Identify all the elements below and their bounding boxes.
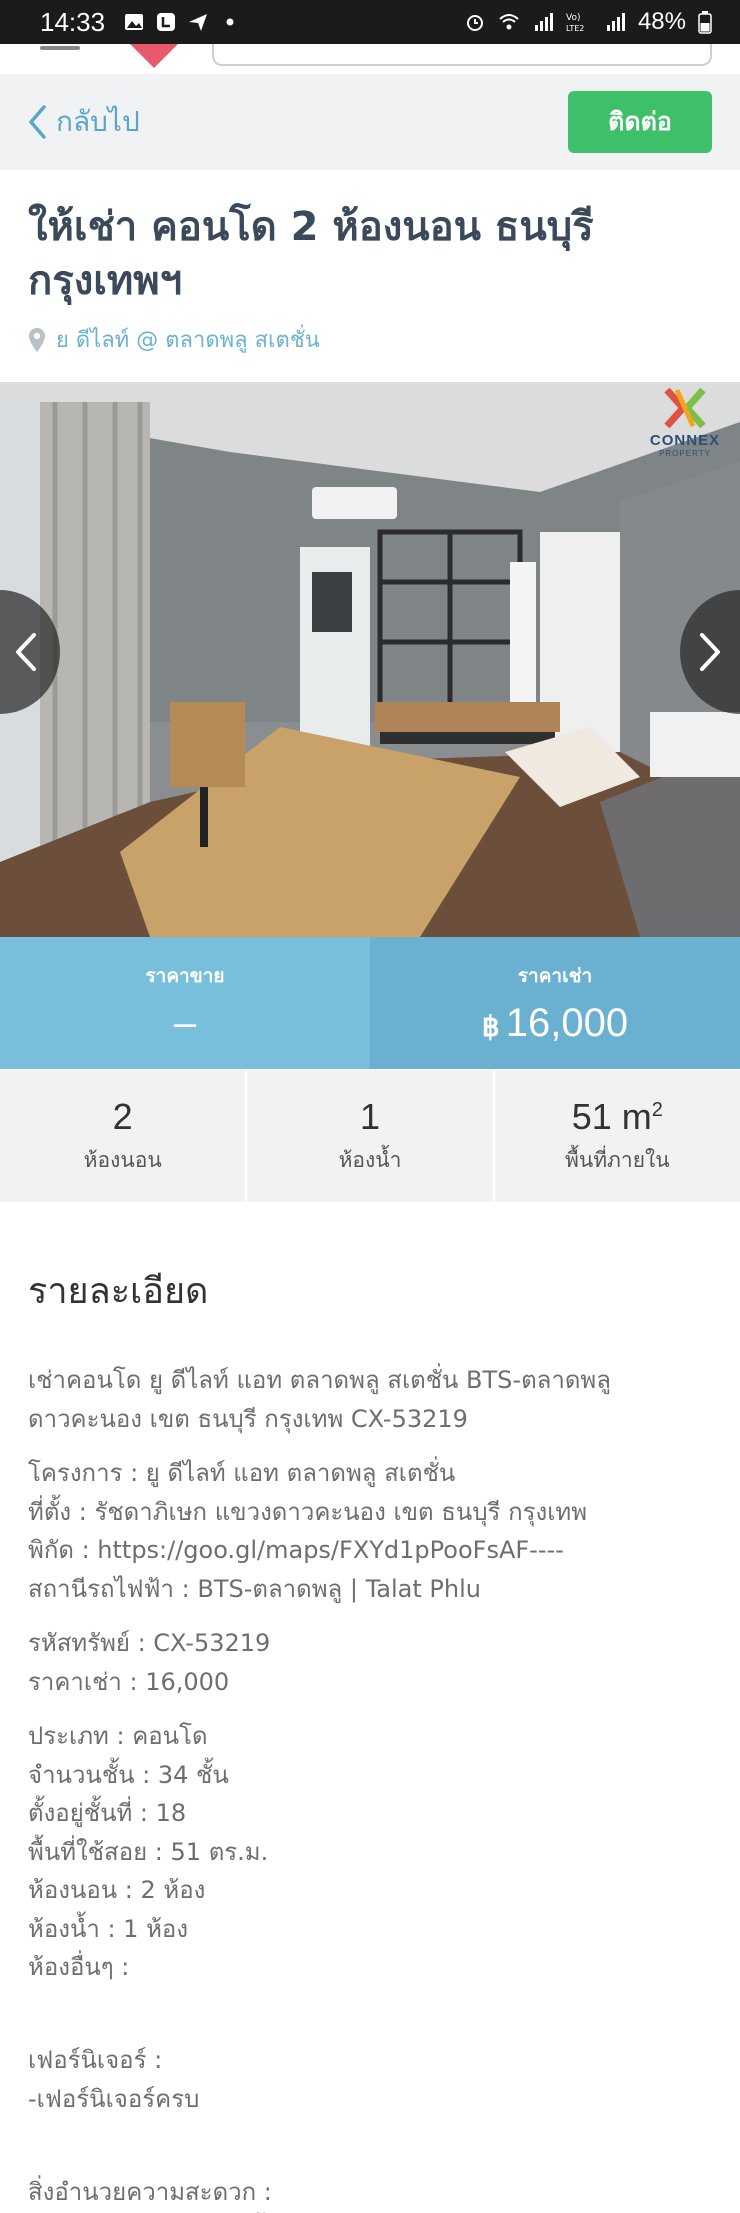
- contact-button[interactable]: ติดต่อ: [568, 91, 712, 153]
- details-line: พื้นที่ใช้สอย : 51 ตร.ม.: [28, 1837, 269, 1866]
- listing-location[interactable]: ย ดีไลท์ @ ตลาดพลู สเตชั่น: [28, 322, 708, 357]
- rent-price-cell: ราคาเช่า ฿ 16,000: [370, 937, 740, 1069]
- details-line: โครงการ : ยู ดีไลท์ แอท ตลาดพลู สเตชั่น: [28, 1459, 456, 1487]
- svg-text:LTE2: LTE2: [566, 24, 584, 33]
- details-paragraph: สิ่งอำนวยความสะดวก :- แอร์ ตู้เย็น เครื่…: [28, 2134, 718, 2213]
- details-line: จำนวนชั้น : 34 ชั้น: [28, 1760, 229, 1789]
- svg-text:Vo): Vo): [566, 13, 580, 23]
- dot-icon: [226, 18, 234, 26]
- bedrooms-count: 2: [112, 1095, 133, 1137]
- details-line: ดาวคะนอง เขต ธนบุรี กรุงเทพ CX-53219: [28, 1404, 468, 1433]
- search-input[interactable]: [212, 44, 712, 66]
- details-line: ที่ตั้ง : รัชดาภิเษก แขวงดาวคะนอง เขต ธน…: [28, 1497, 588, 1526]
- site-logo[interactable]: [130, 44, 178, 68]
- details-line: ราคาเช่า : 16,000: [28, 1667, 230, 1696]
- details-line: สิ่งอำนวยความสะดวก :: [28, 2177, 272, 2206]
- area-number: 51: [571, 1095, 612, 1137]
- watermark-text: CONNEX: [649, 432, 721, 449]
- chevron-right-icon: [700, 633, 720, 671]
- alarm-icon: [466, 15, 483, 31]
- top-header-partial: [0, 44, 740, 74]
- back-label: กลับไป: [56, 105, 140, 138]
- area-exponent: 2: [651, 1098, 663, 1121]
- photo-gallery[interactable]: CONNEX PROPERTY: [0, 382, 740, 937]
- sale-price-cell: ราคาขาย –: [0, 937, 370, 1069]
- details-line: [28, 2134, 718, 2173]
- area-label: พื้นที่ภายใน: [565, 1147, 670, 1172]
- listing-title: ให้เช่า คอนโด 2 ห้องนอน ธนบุรี กรุงเทพฯ: [28, 204, 594, 304]
- stat-bathrooms: 1 ห้องน้ำ: [247, 1070, 495, 1202]
- details-paragraph: เฟอร์นิเจอร์ : -เฟอร์นิเจอร์ครบ: [28, 2003, 718, 2119]
- baht-currency-icon: ฿: [481, 1010, 500, 1042]
- rent-price-label: ราคาเช่า: [517, 964, 593, 987]
- volte-icon: Vo)LTE2: [566, 13, 584, 33]
- details-section: รายละเอียด เช่าคอนโด ยู ดีไลท์ แอท ตลาดพ…: [28, 1262, 718, 2213]
- listing-header: ให้เช่า คอนโด 2 ห้องนอน ธนบุรี กรุงเทพฯ …: [28, 200, 708, 357]
- stat-bedrooms: 2 ห้องนอน: [0, 1070, 248, 1202]
- details-line: เช่าคอนโด ยู ดีไลท์ แอท ตลาดพลู สเตชั่น …: [28, 1366, 611, 1394]
- details-line: รหัสทรัพย์ : CX-53219: [28, 1629, 271, 1657]
- details-paragraph: โครงการ : ยู ดีไลท์ แอท ตลาดพลู สเตชั่นท…: [28, 1454, 718, 1608]
- watermark-subtext: PROPERTY: [659, 449, 711, 458]
- area-unit: m: [621, 1095, 652, 1137]
- price-band: ราคาขาย – ราคาเช่า ฿ 16,000: [0, 937, 740, 1069]
- menu-icon[interactable]: [40, 46, 80, 50]
- chevron-left-icon: [29, 105, 46, 139]
- stat-area: 51 m2 พื้นที่ภายใน: [495, 1070, 740, 1202]
- details-line: ห้องนอน : 2 ห้อง: [28, 1876, 206, 1904]
- status-right: Vo) LTE2 48%: [464, 8, 712, 36]
- signal-icon: [606, 13, 625, 31]
- details-heading: รายละเอียด: [28, 1271, 209, 1312]
- details-line: สถานีรถไฟฟ้า : BTS-ตลาดพลู | Talat Phlu: [28, 1574, 481, 1603]
- app-icon: [157, 13, 176, 31]
- details-line: เฟอร์นิเจอร์ :: [28, 2046, 163, 2074]
- battery-percent: 48%: [637, 8, 686, 35]
- send-icon: [189, 14, 208, 31]
- status-time: 14:33: [40, 6, 106, 37]
- property-stats: 2 ห้องนอน 1 ห้องน้ำ 51 m2 พื้นที่ภายใน: [0, 1070, 740, 1202]
- details-paragraph: รหัสทรัพย์ : CX-53219 ราคาเช่า : 16,000: [28, 1624, 718, 1701]
- connex-logo-icon: [664, 387, 706, 429]
- details-line: [28, 2003, 718, 2042]
- details-line: -เฟอร์นิเจอร์ครบ: [28, 2084, 200, 2113]
- back-button[interactable]: กลับไป: [28, 100, 140, 144]
- signal-icon: [534, 13, 553, 31]
- nav-bar: กลับไป ติดต่อ: [0, 74, 740, 170]
- details-paragraph: เช่าคอนโด ยู ดีไลท์ แอท ตลาดพลู สเตชั่น …: [28, 1361, 718, 1438]
- details-body: เช่าคอนโด ยู ดีไลท์ แอท ตลาดพลู สเตชั่น …: [28, 1361, 718, 2213]
- map-pin-icon: [29, 327, 45, 352]
- details-line: ตั้งอยู่ชั้นที่ : 18: [28, 1799, 187, 1827]
- connex-watermark: CONNEX PROPERTY: [640, 387, 730, 458]
- rent-price-value: 16,000: [505, 1000, 629, 1045]
- sale-price-value: –: [173, 1000, 197, 1045]
- gallery-icon: [125, 14, 144, 30]
- listing-photo: [0, 382, 740, 937]
- area-value: 51 m2: [572, 1096, 663, 1138]
- details-line: ห้องอื่นๆ :: [28, 1953, 130, 1981]
- bathrooms-label: ห้องน้ำ: [338, 1147, 402, 1172]
- bedrooms-label: ห้องนอน: [83, 1147, 162, 1172]
- bathrooms-count: 1: [359, 1095, 380, 1137]
- rent-price: ฿ 16,000: [482, 1001, 628, 1046]
- status-bar: 14:33 Vo) LTE2 48%: [0, 0, 740, 44]
- details-line: ห้องน้ำ : 1 ห้อง: [28, 1914, 189, 1943]
- chevron-left-icon: [16, 633, 36, 671]
- sale-price-label: ราคาขาย: [145, 964, 225, 987]
- location-label: ย ดีไลท์ @ ตลาดพลู สเตชั่น: [56, 328, 320, 353]
- battery-icon: [698, 11, 712, 34]
- details-paragraph: ประเภท : คอนโดจำนวนชั้น : 34 ชั้นตั้งอยู…: [28, 1717, 718, 1987]
- status-left-icons: [123, 11, 241, 33]
- details-line: ประเภท : คอนโด: [28, 1722, 208, 1750]
- details-line: พิกัด : https://goo.gl/maps/FXYd1pPooFsA…: [28, 1536, 564, 1564]
- wifi-icon: [499, 14, 519, 30]
